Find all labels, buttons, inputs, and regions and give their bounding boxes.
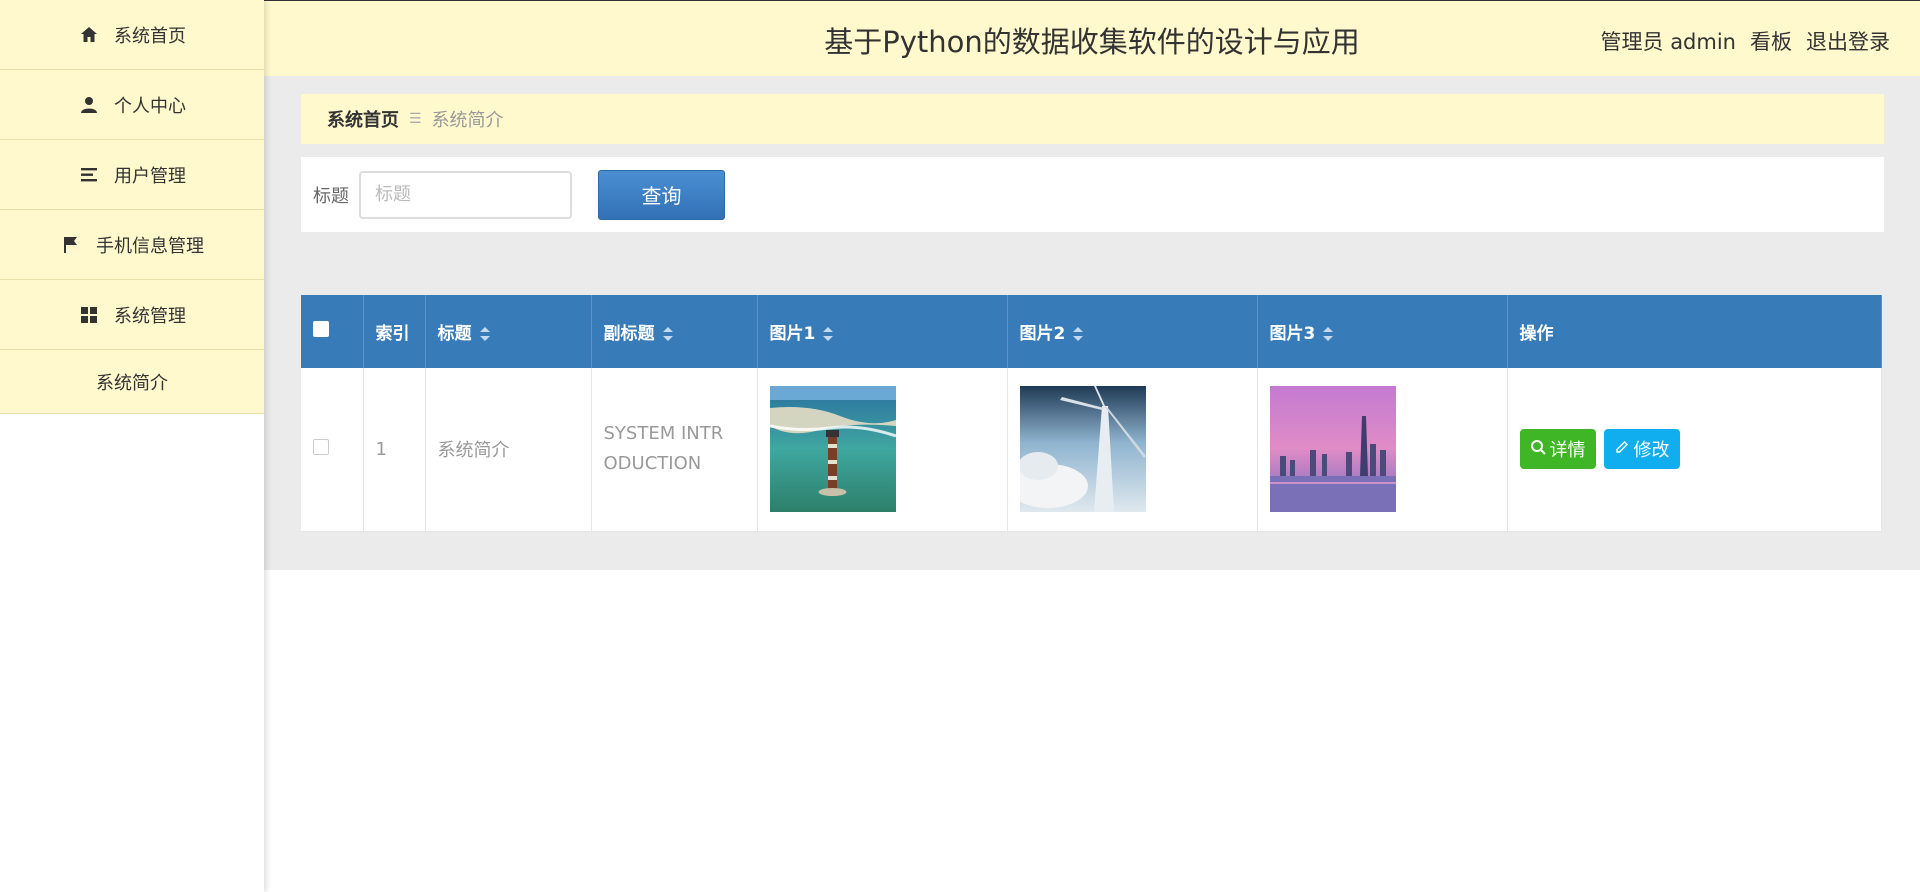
lighthouse-image[interactable] [769,386,896,513]
subtitle-text: SYSTEM INTRODUCTION [603,423,724,475]
cell-actions: 详情 修改 [1507,368,1882,532]
column-header-image2[interactable]: 图片2 [1007,295,1258,368]
cell-image3 [1257,368,1508,532]
board-link[interactable]: 看板 [1750,26,1792,56]
cell-subtitle: SYSTEM INTRODUCTION [591,368,758,532]
sort-icon[interactable] [479,327,490,341]
sidebar-item-home[interactable]: 系统首页 [0,0,264,70]
sidebar-item-personal-center[interactable]: 个人中心 [0,70,264,140]
column-header-subtitle[interactable]: 副标题 [591,295,758,368]
column-header-image1[interactable]: 图片1 [757,295,1008,368]
column-header-label: 图片2 [1019,324,1066,344]
sort-icon[interactable] [1073,327,1084,341]
title-search-input[interactable] [359,170,572,219]
top-header: 基于Python的数据收集软件的设计与应用 管理员 admin 看板 退出登录 [264,0,1920,76]
breadcrumb-separator-icon: ☰ [409,111,422,127]
sidebar-item-user-management[interactable]: 用户管理 [0,140,264,210]
sidebar-item-label: 系统首页 [114,25,186,47]
table-row: 1 系统简介 SYSTEM INTRODUCTION 详情 修改 [301,368,1882,532]
header-user-area: 管理员 admin 看板 退出登录 [1601,26,1890,56]
flag-icon [60,234,82,256]
main-content: 系统首页 ☰ 系统简介 标题 查询 索引 标题 副标题 [264,76,1920,570]
cell-title: 系统简介 [425,368,592,532]
breadcrumb-current: 系统简介 [431,110,504,131]
data-table: 索引 标题 副标题 图片1 图片2 图片3 操作 1 系统简介 SYSTEM I… [301,295,1882,532]
column-header-label: 图片1 [769,324,816,344]
sidebar-item-label: 手机信息管理 [96,235,204,257]
row-select-cell [301,368,364,532]
table-header-row: 索引 标题 副标题 图片1 图片2 图片3 操作 [301,295,1882,368]
sidebar-item-system-management[interactable]: 系统管理 [0,280,264,350]
search-icon [1530,439,1546,460]
detail-button-label: 详情 [1549,440,1586,462]
current-user: 管理员 admin [1600,30,1736,54]
sidebar-item-label: 系统管理 [114,305,186,327]
sidebar-subitem-label: 系统简介 [96,372,168,394]
cell-index: 1 [363,368,426,532]
sort-icon[interactable] [1323,327,1334,341]
column-header-label: 索引 [375,324,410,344]
column-header-index: 索引 [363,295,426,368]
search-bar: 标题 查询 [301,157,1884,232]
search-label: 标题 [313,185,349,207]
breadcrumb: 系统首页 ☰ 系统简介 [301,94,1884,144]
edit-button-label: 修改 [1633,440,1670,462]
breadcrumb-home[interactable]: 系统首页 [327,106,399,132]
sort-icon[interactable] [662,327,673,341]
select-all-checkbox[interactable] [313,321,329,337]
logout-link[interactable]: 退出登录 [1806,26,1890,56]
row-checkbox[interactable] [313,438,329,455]
list-icon [78,164,100,186]
sort-icon[interactable] [823,327,834,341]
column-header-image3[interactable]: 图片3 [1257,295,1508,368]
cell-image1 [757,368,1008,532]
column-header-label: 副标题 [603,324,655,344]
query-button[interactable]: 查询 [598,169,725,220]
action-buttons: 详情 修改 [1519,429,1882,470]
select-all-header [301,295,364,368]
sidebar-item-label: 用户管理 [114,165,186,187]
column-header-label: 标题 [437,324,472,344]
grid-icon [78,304,100,326]
sidebar: 系统首页 个人中心 用户管理 手机信息管理 系统管理 系统简介 [0,0,264,892]
column-header-actions: 操作 [1507,295,1882,368]
column-header-label: 图片3 [1269,324,1316,344]
sidebar-item-phone-info[interactable]: 手机信息管理 [0,210,264,280]
edit-button[interactable]: 修改 [1603,429,1680,470]
wind-turbine-image[interactable] [1019,386,1146,513]
cell-image2 [1007,368,1258,532]
city-skyline-image[interactable] [1269,386,1396,513]
column-header-label: 操作 [1519,324,1554,344]
sidebar-subitem-system-intro[interactable]: 系统简介 [0,350,264,414]
user-icon [78,94,100,116]
home-icon [78,24,100,46]
detail-button[interactable]: 详情 [1519,429,1596,470]
sidebar-item-label: 个人中心 [114,95,186,117]
column-header-title[interactable]: 标题 [425,295,592,368]
pencil-icon [1614,439,1630,460]
